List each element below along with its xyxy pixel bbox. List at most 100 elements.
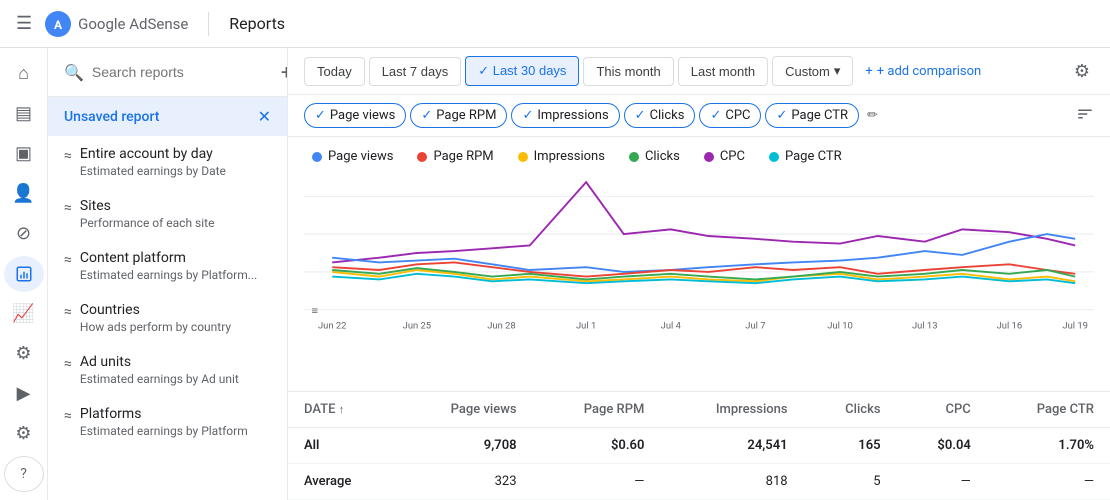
legend-pageviews: Page views bbox=[312, 149, 393, 164]
nav-reports-icon[interactable] bbox=[4, 256, 44, 292]
search-input[interactable] bbox=[92, 64, 273, 80]
sites-icon: ≈ bbox=[64, 200, 72, 216]
pageviews-label: Page views bbox=[330, 108, 395, 123]
svg-text:Jul 13: Jul 13 bbox=[912, 321, 938, 332]
legend-pagerpm: Page RPM bbox=[417, 149, 493, 164]
svg-text:Jul 1: Jul 1 bbox=[576, 321, 596, 332]
filter-lastmonth-button[interactable]: Last month bbox=[678, 57, 768, 86]
search-icon: 🔍 bbox=[64, 63, 84, 82]
th-impressions[interactable]: Impressions bbox=[660, 392, 803, 428]
filter-bar: Today Last 7 days ✓ Last 30 days This mo… bbox=[288, 48, 1110, 95]
impressions-label: Impressions bbox=[537, 108, 608, 123]
filter-custom-button[interactable]: Custom ▾ bbox=[772, 56, 853, 86]
nav-help-icon[interactable]: ? bbox=[4, 456, 44, 492]
impressions-check-icon: ✓ bbox=[522, 108, 533, 123]
td-all-impressions: 24,541 bbox=[660, 428, 803, 464]
metric-chip-impressions[interactable]: ✓ Impressions bbox=[511, 103, 619, 128]
legend-clicks-label: Clicks bbox=[645, 149, 680, 164]
unsaved-report-item[interactable]: Unsaved report ✕ bbox=[48, 97, 287, 136]
td-all-cpc: $0.04 bbox=[897, 428, 987, 464]
ad-units-name: Ad units bbox=[80, 354, 239, 370]
td-avg-clicks: 5 bbox=[804, 464, 897, 500]
td-all-pageviews: 9,708 bbox=[397, 428, 532, 464]
legend-pageviews-label: Page views bbox=[328, 149, 393, 164]
close-unsaved-icon[interactable]: ✕ bbox=[258, 107, 271, 126]
svg-text:Jul 16: Jul 16 bbox=[997, 321, 1023, 332]
svg-text:A: A bbox=[54, 18, 63, 32]
sidebar-item-ad-units[interactable]: ≈ Ad units Estimated earnings by Ad unit… bbox=[48, 344, 287, 396]
main-content: Today Last 7 days ✓ Last 30 days This mo… bbox=[288, 48, 1110, 500]
filter-last30-button[interactable]: ✓ Last 30 days bbox=[465, 56, 579, 86]
hamburger-icon[interactable]: ☰ bbox=[16, 13, 32, 34]
legend-pagerpm-dot bbox=[417, 152, 427, 162]
td-avg-impressions: 818 bbox=[660, 464, 803, 500]
content-platform-name: Content platform bbox=[80, 250, 257, 266]
nav-home-icon[interactable]: ⌂ bbox=[4, 56, 44, 92]
platforms-desc: Estimated earnings by Platform bbox=[80, 424, 248, 438]
nav-media-icon[interactable]: ▶ bbox=[4, 376, 44, 412]
nav-optimize-icon[interactable]: ⚙ bbox=[4, 336, 44, 372]
th-pagectr[interactable]: Page CTR bbox=[987, 392, 1110, 428]
settings-gear-icon[interactable]: ⚙ bbox=[1070, 57, 1094, 86]
chart-legend: Page views Page RPM Impressions Clicks C… bbox=[288, 137, 1110, 168]
sidebar-item-sites[interactable]: ≈ Sites Performance of each site ⋮ bbox=[48, 188, 287, 240]
svg-text:Jun 28: Jun 28 bbox=[487, 321, 515, 332]
pagerpm-label: Page RPM bbox=[436, 108, 496, 123]
ad-units-icon: ≈ bbox=[64, 356, 72, 372]
filter-thismonth-button[interactable]: This month bbox=[583, 57, 673, 86]
td-avg-pageviews: 323 bbox=[397, 464, 532, 500]
legend-impressions-dot bbox=[518, 152, 528, 162]
impressions-line bbox=[332, 182, 1075, 262]
td-avg-cpc: — bbox=[897, 464, 987, 500]
add-comparison-button[interactable]: + + add comparison bbox=[857, 58, 989, 85]
entire-account-desc: Estimated earnings by Date bbox=[80, 164, 226, 178]
top-nav: ☰ A Google AdSense Reports bbox=[0, 0, 1110, 48]
date-sort-icon: ↑ bbox=[339, 403, 345, 416]
nav-block-icon[interactable]: ⊘ bbox=[4, 216, 44, 252]
pagerpm-check-icon: ✓ bbox=[421, 108, 432, 123]
nav-users-icon[interactable]: 👤 bbox=[4, 176, 44, 212]
td-avg-pagerpm: — bbox=[533, 464, 661, 500]
add-report-icon[interactable]: + bbox=[281, 60, 288, 84]
left-panel: 🔍 + Unsaved report ✕ ≈ Entire account by… bbox=[48, 48, 288, 500]
metric-chip-pagerpm[interactable]: ✓ Page RPM bbox=[410, 103, 507, 128]
nav-analytics-icon[interactable]: 📈 bbox=[4, 296, 44, 332]
metrics-bar: ✓ Page views ✓ Page RPM ✓ Impressions ✓ … bbox=[288, 95, 1110, 137]
edit-metrics-icon[interactable]: ✏ bbox=[867, 108, 878, 123]
svg-text:Jun 22: Jun 22 bbox=[318, 321, 346, 332]
td-all-pagectr: 1.70% bbox=[987, 428, 1110, 464]
metric-chip-clicks[interactable]: ✓ Clicks bbox=[624, 103, 696, 128]
sites-name: Sites bbox=[80, 198, 215, 214]
metric-chip-cpc[interactable]: ✓ CPC bbox=[699, 103, 761, 128]
nav-ads-icon[interactable]: ▣ bbox=[4, 136, 44, 172]
pagectr-check-icon: ✓ bbox=[776, 108, 787, 123]
sidebar-item-entire-account[interactable]: ≈ Entire account by day Estimated earnin… bbox=[48, 136, 287, 188]
th-clicks[interactable]: Clicks bbox=[804, 392, 897, 428]
th-pageviews[interactable]: Page views bbox=[397, 392, 532, 428]
metric-chip-pageviews[interactable]: ✓ Page views bbox=[304, 103, 406, 128]
clicks-label: Clicks bbox=[650, 108, 685, 123]
svg-text:Jul 19: Jul 19 bbox=[1062, 321, 1088, 332]
filter-columns-icon[interactable] bbox=[1076, 105, 1094, 127]
th-pagerpm[interactable]: Page RPM bbox=[533, 392, 661, 428]
countries-name: Countries bbox=[80, 302, 231, 318]
nav-settings-icon[interactable]: ⚙ bbox=[4, 416, 44, 452]
legend-cpc: CPC bbox=[704, 149, 745, 164]
add-icon: + bbox=[865, 64, 872, 79]
sidebar-item-countries[interactable]: ≈ Countries How ads perform by country ⋮ bbox=[48, 292, 287, 344]
sidebar-item-content-platform[interactable]: ≈ Content platform Estimated earnings by… bbox=[48, 240, 287, 292]
filter-last7-button[interactable]: Last 7 days bbox=[369, 57, 462, 86]
sidebar-item-platforms[interactable]: ≈ Platforms Estimated earnings by Platfo… bbox=[48, 396, 287, 448]
td-avg-date: Average bbox=[288, 464, 397, 500]
legend-clicks: Clicks bbox=[629, 149, 680, 164]
legend-pagectr-label: Page CTR bbox=[785, 149, 842, 164]
metric-chip-pagectr[interactable]: ✓ Page CTR bbox=[765, 103, 859, 128]
legend-pagectr-dot bbox=[769, 152, 779, 162]
brand-logo: A Google AdSense bbox=[44, 10, 188, 38]
filter-today-button[interactable]: Today bbox=[304, 57, 365, 86]
th-cpc[interactable]: CPC bbox=[897, 392, 987, 428]
ad-units-desc: Estimated earnings by Ad unit bbox=[80, 372, 239, 386]
unsaved-report-label: Unsaved report bbox=[64, 109, 159, 125]
th-date[interactable]: DATE ↑ bbox=[288, 392, 397, 428]
nav-content-icon[interactable]: ▤ bbox=[4, 96, 44, 132]
